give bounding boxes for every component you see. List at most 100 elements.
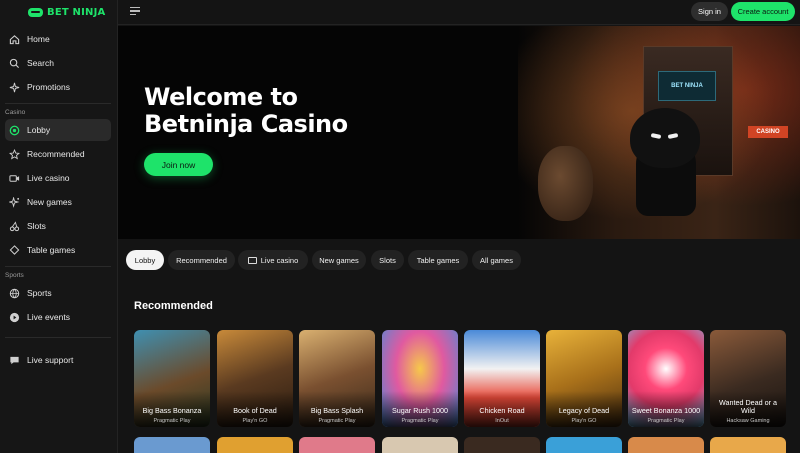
- globe-icon: [9, 288, 20, 299]
- game-card-partial[interactable]: [217, 437, 293, 453]
- hero-banner: BET NINJA CASINO Welcome to Betninja Cas…: [118, 26, 800, 239]
- sidebar-item-label: Home: [27, 34, 50, 44]
- game-card-partial[interactable]: [464, 437, 540, 453]
- hero-title-line-2: Betninja Casino: [144, 110, 348, 138]
- logo-text: BET NINJA: [47, 6, 106, 18]
- sign-in-button[interactable]: Sign in: [691, 2, 728, 21]
- home-icon: [9, 34, 20, 45]
- cabinet-screen: BET NINJA: [658, 71, 716, 101]
- sidebar-item-live-events[interactable]: Live events: [5, 306, 111, 328]
- game-card[interactable]: Chicken Road InOut: [464, 330, 540, 427]
- sidebar-item-label: Slots: [27, 221, 46, 231]
- menu-icon[interactable]: [130, 7, 140, 16]
- tab-all-games[interactable]: All games: [472, 250, 521, 270]
- section-title-recommended: Recommended: [134, 300, 213, 312]
- game-title: Wanted Dead or a Wild: [718, 398, 778, 415]
- clay-pot-image: [538, 146, 593, 221]
- camera-icon: [247, 256, 257, 264]
- sidebar-item-label: Promotions: [27, 82, 70, 92]
- sidebar-item-recommended[interactable]: Recommended: [5, 143, 111, 165]
- create-account-button[interactable]: Create account: [731, 2, 795, 21]
- sidebar-item-promotions[interactable]: Promotions: [5, 76, 111, 98]
- game-provider: Play'n GO: [242, 418, 268, 424]
- sidebar-item-search[interactable]: Search: [5, 52, 111, 74]
- game-card[interactable]: Wanted Dead or a Wild Hacksaw Gaming: [710, 330, 786, 427]
- game-card[interactable]: Big Bass Splash Pragmatic Play: [299, 330, 375, 427]
- cards-icon: [9, 244, 20, 256]
- game-provider: InOut: [495, 418, 509, 424]
- sidebar-item-label: Recommended: [27, 149, 85, 159]
- sidebar-item-live-casino[interactable]: Live casino: [5, 167, 111, 189]
- tab-live-casino[interactable]: Live casino: [238, 250, 308, 270]
- game-title: Legacy of Dead: [558, 406, 610, 415]
- hero-illustration: BET NINJA CASINO: [518, 26, 800, 239]
- tab-slots[interactable]: Slots: [371, 250, 404, 270]
- sidebar-item-label: Search: [27, 58, 54, 68]
- game-provider: Pragmatic Play: [318, 418, 356, 424]
- ninja-mask-icon: [28, 7, 43, 17]
- game-provider: Hacksaw Gaming: [726, 418, 770, 424]
- play-icon: [9, 312, 20, 323]
- sidebar-item-label: Table games: [27, 245, 76, 255]
- star-icon: [9, 148, 20, 160]
- lobby-icon: [9, 125, 20, 136]
- search-icon: [9, 58, 20, 69]
- game-card-partial[interactable]: [382, 437, 458, 453]
- sidebar-item-lobby[interactable]: Lobby: [5, 119, 111, 141]
- game-card-partial[interactable]: [710, 437, 786, 453]
- bet-ninja-logo[interactable]: BET NINJA: [28, 5, 105, 19]
- sidebar-item-sports[interactable]: Sports: [5, 282, 111, 304]
- sparkle-icon: [9, 196, 20, 208]
- sidebar-item-label: Live support: [27, 355, 74, 365]
- tab-table-games[interactable]: Table games: [408, 250, 468, 270]
- game-card-partial[interactable]: [299, 437, 375, 453]
- ninja-eyes: [648, 133, 682, 140]
- join-now-button[interactable]: Join now: [144, 153, 213, 176]
- game-title: Book of Dead: [233, 406, 277, 415]
- game-card-partial[interactable]: [628, 437, 704, 453]
- game-title: Chicken Road: [479, 406, 525, 415]
- sidebar-item-label: New games: [27, 197, 72, 207]
- game-card[interactable]: Sweet Bonanza 1000 Pragmatic Play: [628, 330, 704, 427]
- game-provider: Pragmatic Play: [401, 418, 439, 424]
- tab-new-games[interactable]: New games: [312, 250, 366, 270]
- sidebar: BET NINJA Home Search Promotions Casino …: [0, 0, 118, 453]
- sidebar-item-label: Live casino: [27, 173, 70, 183]
- section-label-casino: Casino: [5, 109, 26, 116]
- game-card-partial[interactable]: [134, 437, 210, 453]
- section-label-sports: Sports: [5, 272, 24, 279]
- sidebar-item-table-games[interactable]: Table games: [5, 239, 111, 261]
- hero-title: Welcome to Betninja Casino: [144, 84, 348, 138]
- sparkle-icon: [9, 82, 20, 93]
- game-title: Big Bass Bonanza: [142, 406, 202, 415]
- game-title: Big Bass Splash: [310, 406, 364, 415]
- sidebar-divider: [5, 266, 111, 267]
- game-card[interactable]: Sugar Rush 1000 Pragmatic Play: [382, 330, 458, 427]
- chat-icon: [9, 355, 20, 366]
- sidebar-item-label: Sports: [27, 288, 52, 298]
- sidebar-divider: [5, 337, 111, 338]
- game-title: Sweet Bonanza 1000: [631, 406, 701, 415]
- tab-label: Live casino: [260, 255, 299, 265]
- game-card[interactable]: Legacy of Dead Play'n GO: [546, 330, 622, 427]
- sidebar-item-new-games[interactable]: New games: [5, 191, 111, 213]
- sidebar-item-label: Live events: [27, 312, 70, 322]
- sidebar-item-slots[interactable]: Slots: [5, 215, 111, 237]
- game-provider: Play'n GO: [571, 418, 597, 424]
- game-card[interactable]: Book of Dead Play'n GO: [217, 330, 293, 427]
- game-card-partial[interactable]: [546, 437, 622, 453]
- game-title: Sugar Rush 1000: [392, 406, 448, 415]
- camera-icon: [9, 173, 20, 184]
- hero-title-line-1: Welcome to: [144, 83, 298, 111]
- sidebar-divider: [5, 103, 111, 104]
- game-card[interactable]: Big Bass Bonanza Pragmatic Play: [134, 330, 210, 427]
- sidebar-item-label: Lobby: [27, 125, 51, 135]
- sidebar-item-live-support[interactable]: Live support: [5, 349, 111, 371]
- top-bar: Sign in Create account: [118, 0, 800, 25]
- cherry-icon: [9, 220, 20, 232]
- tab-lobby[interactable]: Lobby: [126, 250, 164, 270]
- sidebar-item-home[interactable]: Home: [5, 28, 111, 50]
- game-provider: Pragmatic Play: [647, 418, 685, 424]
- tab-recommended[interactable]: Recommended: [168, 250, 235, 270]
- game-provider: Pragmatic Play: [153, 418, 191, 424]
